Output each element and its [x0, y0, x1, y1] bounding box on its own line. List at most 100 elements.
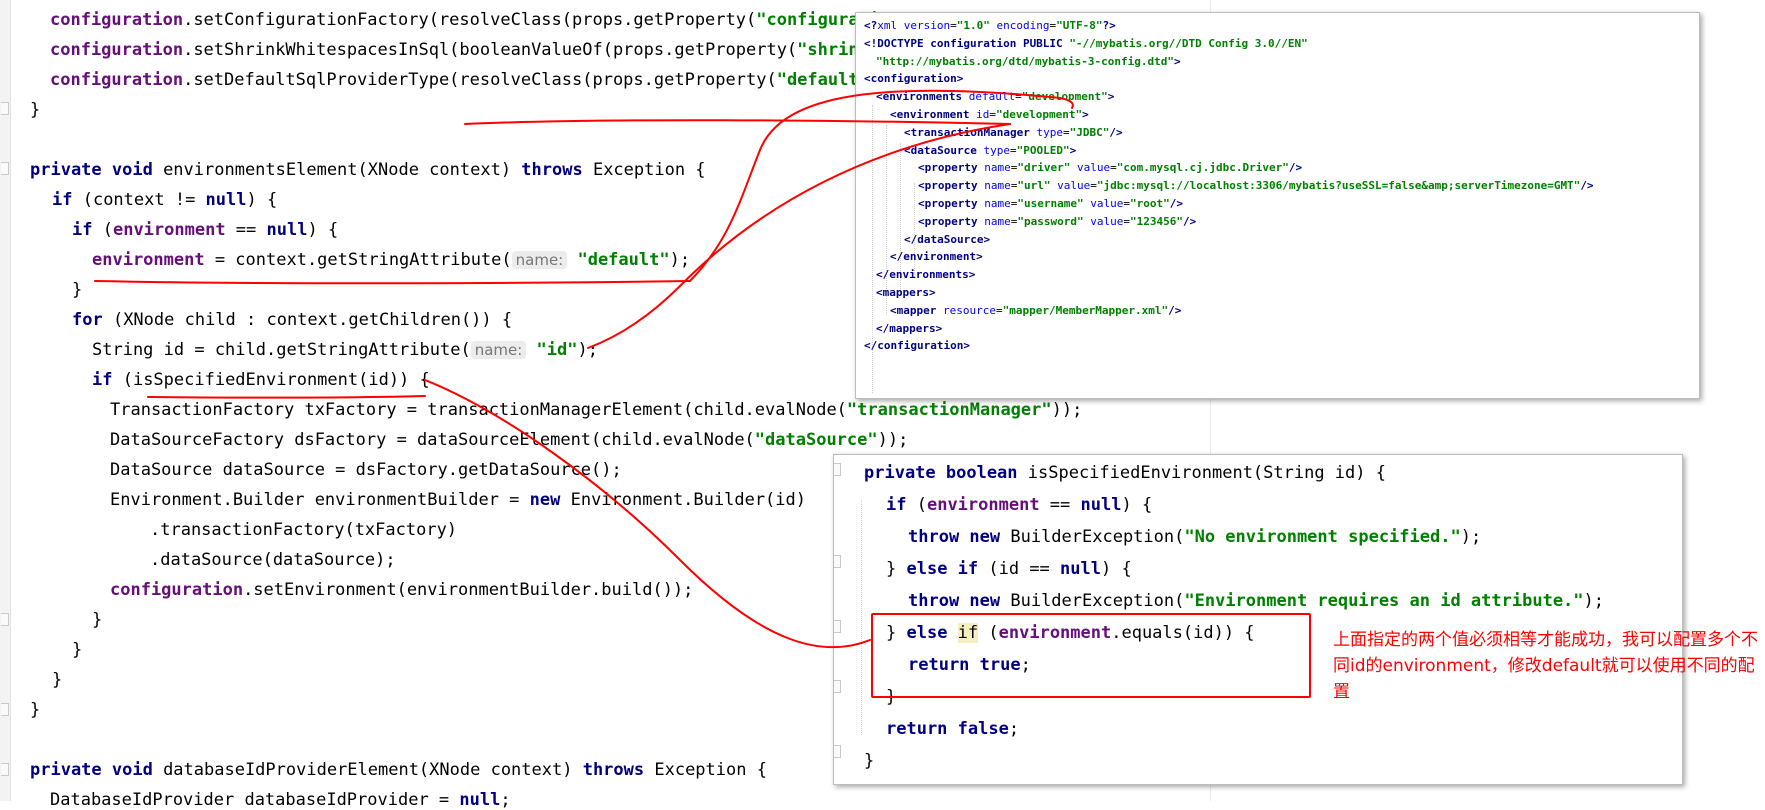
code-token: DatabaseIdProvider databaseIdProvider =	[50, 790, 460, 810]
code-line: String id = child.getStringAttribute(nam…	[92, 340, 598, 360]
code-token: (isSpecifiedEnvironment(id)) {	[122, 370, 430, 390]
code-token: null	[459, 790, 501, 810]
code-token: configuration	[50, 40, 184, 60]
xml-token: "123456"	[1129, 214, 1183, 228]
xml-token: value	[1083, 214, 1124, 228]
method-token: ==	[1049, 495, 1081, 515]
xml-token: </dataSource>	[904, 232, 991, 246]
method-token: throw new	[908, 527, 1011, 547]
code-token: DataSourceFactory dsFactory = dataSource…	[110, 430, 755, 450]
xml-token: "1.0"	[956, 19, 990, 32]
xml-token: "url"	[1017, 179, 1051, 193]
code-token: ) {	[307, 220, 339, 240]
xml-token: "JDBC"	[1069, 125, 1110, 139]
method-token: ;	[1020, 655, 1031, 675]
code-token: );	[669, 250, 691, 270]
xml-token: "http://mybatis.org/dtd/mybatis-3-config…	[876, 54, 1175, 68]
code-token: Exception {	[654, 760, 767, 780]
xml-token: "development"	[1021, 90, 1108, 104]
code-line: private void environmentsElement(XNode c…	[30, 160, 706, 180]
xml-token: ?>	[1102, 19, 1116, 32]
xml-token: id	[976, 108, 990, 121]
code-token: databaseIdProviderElement(XNode context)	[163, 760, 583, 780]
method-token: BuilderException(	[1010, 527, 1185, 547]
method-token: }	[886, 623, 907, 643]
method-token: null	[1060, 559, 1101, 579]
code-token: TransactionFactory txFactory = transacti…	[110, 400, 847, 420]
is-specified-environment-popup: private boolean isSpecifiedEnvironment(S…	[833, 454, 1683, 785]
method-line: private boolean isSpecifiedEnvironment(S…	[864, 463, 1386, 483]
method-token: ;	[1008, 719, 1020, 739]
code-token: String id = child.getStringAttribute(	[92, 340, 471, 360]
code-token: throws	[521, 160, 593, 180]
method-token: if	[957, 623, 979, 643]
code-line: .transactionFactory(txFactory)	[150, 520, 457, 540]
xml-line: <transactionManager type="JDBC"/>	[904, 126, 1123, 140]
code-token: .	[183, 70, 194, 90]
method-token: .equals(id)) {	[1111, 623, 1255, 643]
xml-token: <!DOCTYPE configuration PUBLIC	[864, 36, 1070, 50]
code-token: throws	[582, 760, 655, 780]
code-token: "id"	[526, 340, 578, 360]
code-token: .transactionFactory(txFactory)	[150, 520, 458, 540]
code-token: }	[30, 100, 41, 120]
xml-line: <configuration>	[864, 72, 963, 86]
xml-token: "jdbc:mysql://localhost:3306/mybatis?use…	[1096, 179, 1581, 193]
code-line: private void databaseIdProviderElement(X…	[30, 760, 767, 780]
xml-line: <property name="driver" value="com.mysql…	[918, 161, 1302, 175]
code-line: configuration.setConfigurationFactory(re…	[50, 10, 879, 30]
xml-line: <!DOCTYPE configuration PUBLIC "-//mybat…	[864, 37, 1308, 51]
code-token: setShrinkWhitespacesInSql(booleanValueOf…	[193, 40, 798, 60]
code-token: }	[72, 640, 83, 660]
method-token: BuilderException(	[1010, 591, 1185, 611]
method-token: isSpecifiedEnvironment(String id) {	[1027, 463, 1386, 483]
code-token: ) {	[246, 190, 278, 210]
xml-token: <property	[918, 179, 985, 193]
xml-token: "development"	[995, 108, 1083, 121]
code-token: configuration	[50, 70, 184, 90]
code-token: private void	[30, 160, 164, 180]
code-line: .dataSource(dataSource);	[150, 550, 396, 570]
fold-marker	[834, 620, 841, 633]
xml-line: <property name="url" value="jdbc:mysql:/…	[918, 179, 1594, 193]
xml-token: =	[1090, 179, 1097, 193]
code-line: }	[30, 100, 40, 120]
xml-token: <?	[864, 19, 878, 32]
code-line: for (XNode child : context.getChildren()…	[72, 310, 512, 330]
xml-token: encoding	[989, 19, 1050, 32]
xml-token: value	[1083, 197, 1124, 210]
method-token: else	[906, 623, 958, 643]
code-token: setDefaultSqlProviderType(resolveClass(p…	[193, 70, 777, 90]
method-line: } else if (environment.equals(id)) {	[886, 623, 1255, 643]
xml-token: name	[984, 179, 1011, 193]
method-token: (id ==	[988, 559, 1061, 579]
code-line: }	[30, 700, 40, 720]
xml-token: resource	[942, 303, 996, 317]
code-token: .setEnvironment(environmentBuilder.build…	[243, 580, 694, 600]
code-token: environmentsElement(XNode context)	[163, 160, 522, 180]
code-token: ));	[877, 430, 909, 450]
code-token: "dataSource"	[754, 430, 878, 450]
code-token: );	[577, 340, 598, 360]
xml-token: =	[1062, 125, 1070, 139]
method-token: }	[886, 687, 897, 707]
fold-marker	[834, 745, 841, 758]
xml-line: <property name="password" value="123456"…	[918, 215, 1196, 229]
parameter-hint: name:	[511, 251, 568, 269]
xml-token: </environments>	[876, 268, 976, 282]
code-line: environment = context.getStringAttribute…	[92, 250, 690, 270]
xml-token: >	[1174, 54, 1181, 68]
xml-token: xml version	[877, 19, 951, 32]
code-line: if (environment == null) {	[72, 220, 338, 240]
xml-token: >	[1107, 90, 1115, 104]
xml-line: <dataSource type="POOLED">	[904, 144, 1076, 158]
code-token: private void	[30, 760, 164, 780]
xml-token: />	[1169, 197, 1183, 210]
xml-line: <mapper resource="mapper/MemberMapper.xm…	[890, 304, 1181, 318]
method-token: throw new	[908, 591, 1011, 611]
code-token: if	[72, 220, 103, 240]
method-token: if	[886, 495, 917, 515]
code-token: configuration	[110, 580, 244, 600]
xml-token: "driver"	[1017, 161, 1071, 175]
xml-token: <transactionManager	[904, 125, 1037, 139]
